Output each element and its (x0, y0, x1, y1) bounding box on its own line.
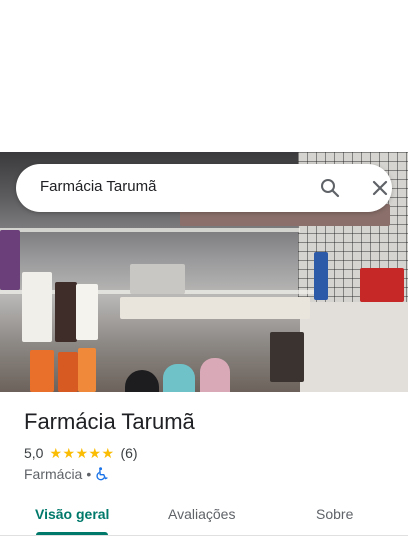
photo-product (0, 230, 20, 290)
rating-value: 5,0 (24, 445, 44, 461)
photo-product (78, 348, 96, 392)
photo-product (163, 364, 195, 392)
star-rating: ★ ★ ★ ★ ★ (49, 446, 114, 460)
rating-row[interactable]: 5,0 ★ ★ ★ ★ ★ (6) (24, 445, 138, 461)
photo-product (360, 268, 404, 302)
photo-product (270, 332, 304, 382)
star-icon: ★ (75, 445, 89, 461)
photo-product (130, 264, 185, 294)
place-tabs: Visão geral Avaliações Sobre (0, 494, 408, 536)
photo-product (200, 358, 230, 392)
search-bar[interactable]: Farmácia Tarumã (16, 164, 392, 212)
search-icon[interactable] (318, 176, 342, 200)
photo-product (76, 284, 98, 340)
photo-product (120, 297, 310, 319)
photo-product (55, 282, 77, 342)
photo-shelf (0, 228, 300, 232)
photo-floor (300, 302, 408, 392)
star-icon: ★ (62, 445, 76, 461)
star-icon: ★ (101, 445, 115, 461)
photo-product (125, 370, 159, 392)
tab-about[interactable]: Sobre (316, 506, 353, 522)
photo-product (30, 350, 54, 392)
place-title: Farmácia Tarumã (24, 409, 195, 434)
place-category: Farmácia (24, 466, 83, 482)
map-blank-area (0, 0, 408, 152)
photo-product (58, 352, 78, 392)
photo-product (314, 252, 328, 300)
photo-product (22, 272, 52, 342)
search-input[interactable]: Farmácia Tarumã (40, 178, 156, 195)
active-tab-indicator (36, 532, 108, 535)
category-row: Farmácia • (24, 466, 108, 482)
close-icon[interactable] (368, 176, 392, 200)
separator: • (86, 466, 92, 482)
wheelchair-icon (96, 467, 108, 481)
tab-overview[interactable]: Visão geral (35, 506, 109, 522)
star-icon: ★ (49, 445, 63, 461)
tab-reviews[interactable]: Avaliações (168, 506, 235, 522)
review-count[interactable]: (6) (120, 445, 137, 461)
star-icon: ★ (88, 445, 102, 461)
